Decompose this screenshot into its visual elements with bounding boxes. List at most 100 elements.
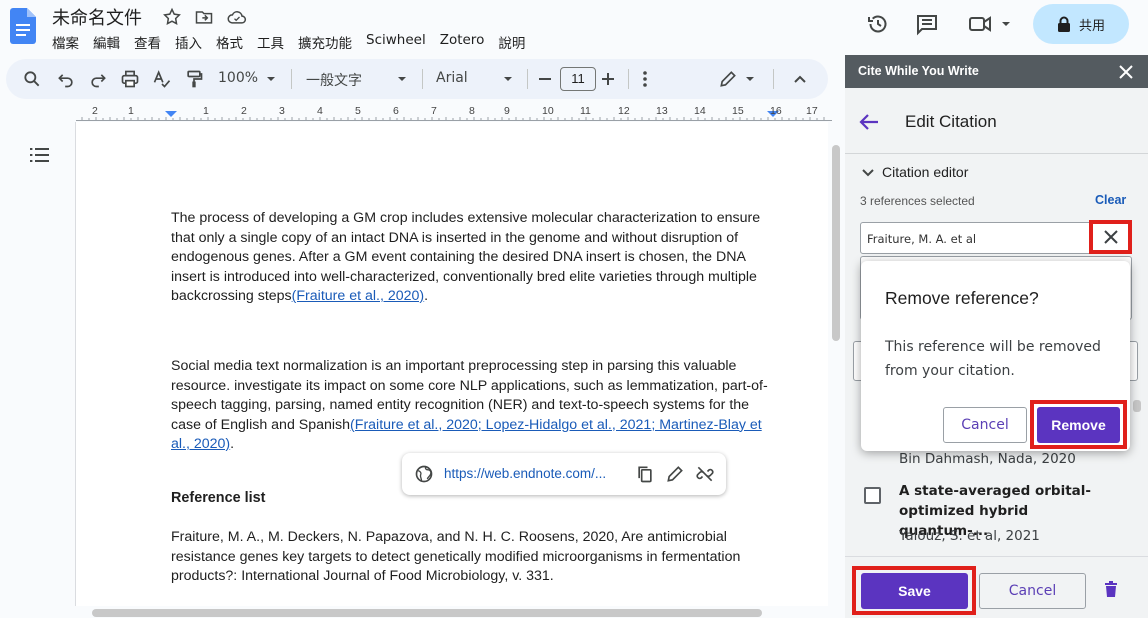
save-button[interactable]: Save [861,573,968,609]
remove-reference-x-icon[interactable] [1103,229,1119,245]
docs-logo-icon[interactable] [10,8,36,44]
ruler-label: 2 [92,105,98,117]
increase-font-size-icon[interactable] [598,69,618,89]
menu-bar: 檔案 編輯 查看 插入 格式 工具 擴充功能 Sciwheel Zotero 說… [52,32,539,52]
ruler-label: 3 [279,105,285,117]
footer-divider [845,556,1148,557]
menu-file[interactable]: 檔案 [52,32,87,52]
left-indent-marker [165,111,177,117]
ruler-label: 12 [618,105,630,117]
zoom-dropdown-icon[interactable] [261,69,281,89]
dialog-title: Remove reference? [885,288,1039,308]
menu-edit[interactable]: 編輯 [93,32,128,52]
clear-link[interactable]: Clear [1095,193,1126,207]
menu-format[interactable]: 格式 [216,32,251,52]
dialog-message: This reference will be removed from your… [885,339,1101,379]
paragraph-style-select[interactable]: 一般文字 [306,70,362,90]
remove-link-icon[interactable] [695,464,715,484]
spellcheck-icon[interactable] [152,69,172,89]
sidebar-header: Cite While You Write [845,55,1148,88]
paragraph-end: . [424,288,429,304]
reference-checkbox[interactable] [864,487,881,504]
paint-format-icon[interactable] [184,69,204,89]
reference-list-heading: Reference list [171,490,266,506]
ruler-label: 17 [806,105,818,117]
edit-link-icon[interactable] [665,464,685,484]
list-scrollbar[interactable] [1133,400,1141,412]
editing-mode-dropdown-icon[interactable] [740,69,760,89]
paragraph-1[interactable]: The process of developing a GM crop incl… [171,209,777,307]
menu-view[interactable]: 查看 [134,32,169,52]
ruler-label: 9 [504,105,510,117]
menu-insert[interactable]: 插入 [175,32,210,52]
horizontal-scrollbar[interactable] [92,609,762,617]
sidebar-title: Cite While You Write [858,64,979,78]
ruler-label: 1 [203,105,209,117]
zoom-select[interactable]: 100% [218,70,258,86]
vertical-scrollbar[interactable] [832,145,840,341]
ruler-label: 4 [317,105,323,117]
back-arrow-icon[interactable] [858,112,880,132]
move-folder-icon[interactable] [194,7,214,27]
document-title[interactable]: 未命名文件 [52,4,142,30]
share-label: 共用 [1078,18,1105,34]
ruler-label: 11 [580,105,591,117]
ruler-label: 1 [128,105,134,117]
link-url[interactable]: https://web.endnote.com/... [444,466,606,481]
cancel-button[interactable]: Cancel [979,573,1086,609]
style-dropdown-icon[interactable] [392,69,412,89]
undo-icon[interactable] [56,69,76,89]
history-icon[interactable] [866,12,890,36]
ruler-label: 10 [542,105,554,117]
share-button[interactable]: 共用 [1033,4,1129,44]
reference-chip-text: Fraiture, M. A. et al [867,232,977,246]
paragraph-2[interactable]: Social media text normalization is an im… [171,357,777,455]
horizontal-ruler[interactable]: 2 1 1 2 3 4 5 6 7 8 9 10 11 12 13 14 15 … [76,104,832,122]
document-outline-icon[interactable] [30,146,50,164]
toolbar: 100% 一般文字 Arial 11 [6,59,828,99]
menu-sciwheel[interactable]: Sciwheel [366,32,434,52]
menu-zotero[interactable]: Zotero [440,32,493,52]
delete-trash-icon[interactable] [1104,581,1118,598]
ruler-label: 5 [355,105,361,117]
ruler-label: 8 [469,105,475,117]
edit-citation-title: Edit Citation [905,112,997,131]
collapse-chevron-icon[interactable] [862,168,874,178]
ruler-label: 13 [656,105,668,117]
list-item-author: Bin Dahmash, Nada, 2020 [899,451,1076,467]
copy-link-icon[interactable] [635,464,655,484]
reference-entry[interactable]: Fraiture, M. A., M. Deckers, N. Papazova… [171,528,771,587]
menu-tools[interactable]: 工具 [257,32,292,52]
hide-menus-chevron-up-icon[interactable] [790,69,810,89]
cloud-saved-icon[interactable] [226,7,246,27]
ruler-label: 7 [431,105,437,117]
menu-help[interactable]: 說明 [498,32,533,52]
close-sidebar-icon[interactable] [1119,65,1133,79]
editing-mode-pencil-icon[interactable] [718,69,738,89]
references-selected-count: 3 references selected [860,194,975,208]
paragraph-text: The process of developing a GM crop incl… [171,210,761,304]
ruler-label: 2 [241,105,247,117]
page-margin-area [0,122,75,618]
ruler-label: 6 [393,105,399,117]
print-icon[interactable] [120,69,140,89]
dialog-cancel-button[interactable]: Cancel [943,407,1027,443]
ruler-label: 14 [694,105,706,117]
citation-link[interactable]: (Fraiture et al., 2020) [292,288,424,304]
font-size-input[interactable]: 11 [560,67,596,91]
ruler-label: 16 [770,105,782,117]
lock-icon [1057,16,1070,32]
highlight-box [1030,400,1127,449]
menu-extensions[interactable]: 擴充功能 [298,32,360,52]
search-menus-icon[interactable] [22,69,42,89]
font-dropdown-icon[interactable] [498,69,518,89]
font-select[interactable]: Arial [436,70,468,86]
decrease-font-size-icon[interactable] [535,69,555,89]
star-icon[interactable] [162,7,182,27]
more-options-icon[interactable] [635,69,655,89]
meet-video-icon[interactable] [968,12,1012,36]
link-preview-chip: https://web.endnote.com/... [402,453,726,495]
redo-icon[interactable] [88,69,108,89]
comments-icon[interactable] [915,12,939,36]
citation-editor-label[interactable]: Citation editor [882,164,968,180]
